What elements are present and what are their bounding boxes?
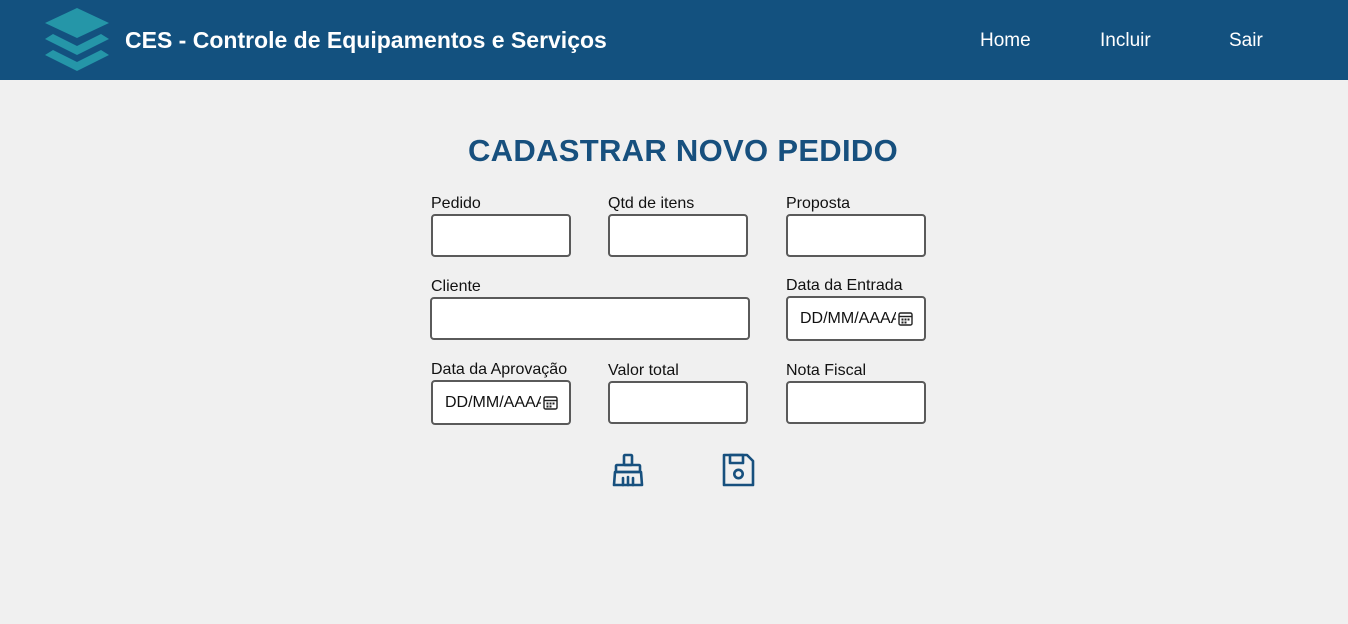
proposta-input[interactable] (786, 214, 926, 257)
cliente-label: Cliente (431, 278, 481, 295)
broom-icon[interactable] (610, 452, 646, 488)
nav-sair-link[interactable]: Sair (1229, 30, 1263, 52)
valor-total-label: Valor total (608, 362, 679, 379)
valor-total-input[interactable] (608, 381, 748, 424)
calendar-icon[interactable] (898, 311, 913, 326)
cliente-input[interactable] (430, 297, 750, 340)
data-entrada-placeholder: DD/MM/AAAA (800, 309, 896, 327)
nota-fiscal-label: Nota Fiscal (786, 362, 867, 379)
data-aprovacao-input[interactable]: DD/MM/AAAA (431, 380, 571, 425)
data-entrada-label: Data da Entrada (786, 277, 903, 294)
nav-home-link[interactable]: Home (980, 30, 1031, 52)
pedido-label: Pedido (431, 195, 481, 212)
page-title: CADASTRAR NOVO PEDIDO (468, 133, 898, 168)
layers-icon[interactable] (44, 7, 110, 73)
data-entrada-input[interactable]: DD/MM/AAAA (786, 296, 926, 341)
qtd-itens-input[interactable] (608, 214, 748, 257)
app-title: CES - Controle de Equipamentos e Serviço… (125, 27, 607, 53)
data-aprovacao-placeholder: DD/MM/AAAA (445, 393, 541, 411)
data-aprovacao-label: Data da Aprovação (431, 361, 568, 378)
floppy-disk-icon[interactable] (720, 452, 756, 488)
calendar-icon[interactable] (543, 395, 558, 410)
pedido-input[interactable] (431, 214, 571, 257)
proposta-label: Proposta (786, 195, 851, 212)
top-navbar: CES - Controle de Equipamentos e Serviço… (0, 0, 1348, 80)
nota-fiscal-input[interactable] (786, 381, 926, 424)
nav-incluir-link[interactable]: Incluir (1100, 30, 1151, 52)
qtd-itens-label: Qtd de itens (608, 195, 695, 212)
